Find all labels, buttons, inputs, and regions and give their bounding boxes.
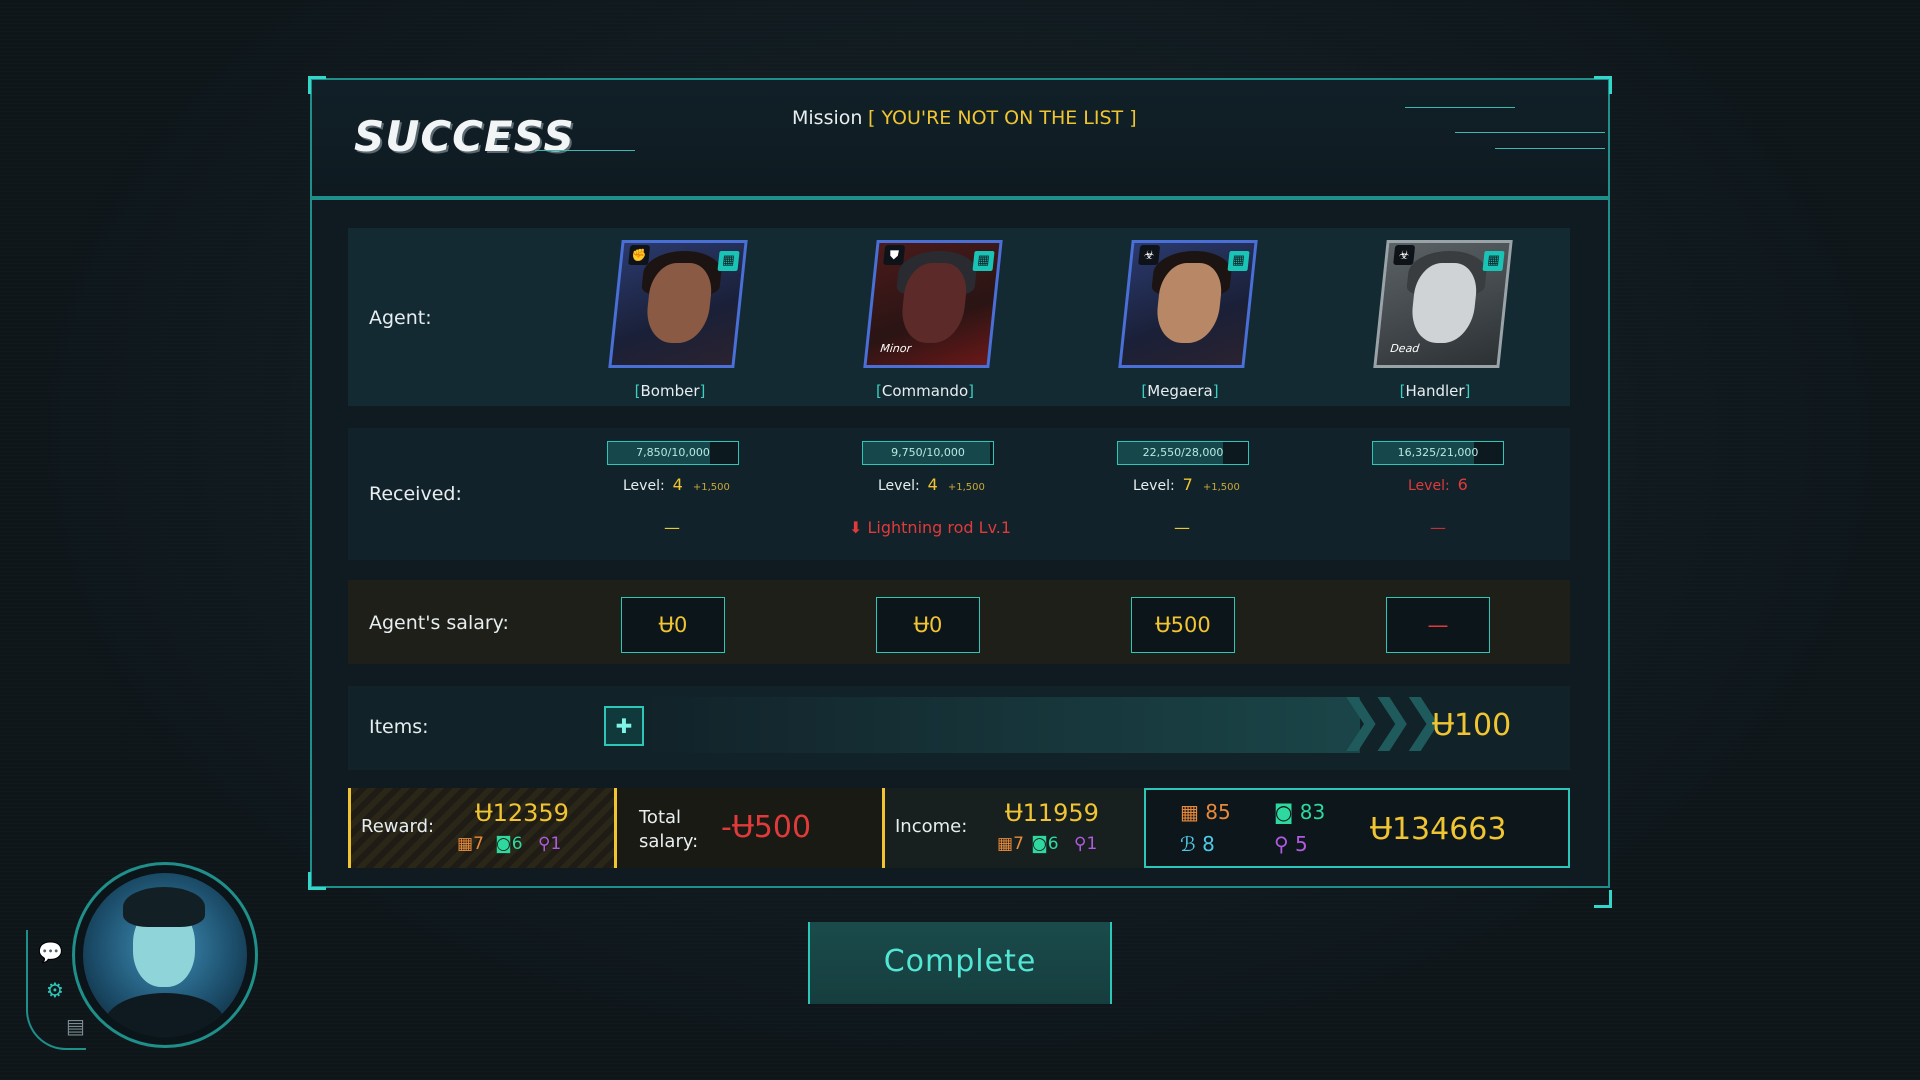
header-decor-line bbox=[1455, 132, 1605, 133]
received-injury[interactable]: ⬇ Lightning rod Lv.1 bbox=[849, 518, 1011, 537]
mission-label: Mission bbox=[792, 107, 863, 129]
agent-salary: Ʉ500 bbox=[1131, 597, 1235, 653]
total-salary-value: -Ʉ500 bbox=[721, 810, 812, 845]
code-icon: ℬ bbox=[1180, 832, 1196, 856]
xp-text: 22,550/28,000 bbox=[1142, 446, 1224, 459]
xp-bar: 16,325/21,000 bbox=[1372, 441, 1504, 465]
agent-salary: Ʉ0 bbox=[621, 597, 725, 653]
chat-icon[interactable]: 💬 bbox=[38, 940, 63, 964]
avatar-hair bbox=[123, 887, 205, 927]
chip-icon: ▦ bbox=[1180, 800, 1199, 824]
balance-resource-camera: ◙ 83 bbox=[1274, 800, 1326, 824]
chevrons-icon: ❯❯❯ bbox=[1338, 688, 1446, 751]
syringe-icon: ⚲ bbox=[1274, 832, 1289, 856]
agent-card-commando[interactable]: ⛊ ▦ Minor [Commando] bbox=[820, 228, 1030, 406]
status-tag-minor: Minor bbox=[879, 342, 912, 355]
xp-text: 7,850/10,000 bbox=[636, 446, 710, 459]
mission-name: [ YOU'RE NOT ON THE LIST ] bbox=[868, 107, 1137, 129]
items-value: Ʉ100 bbox=[1432, 708, 1512, 743]
balance-resource-chips: ▦ 85 bbox=[1180, 800, 1231, 824]
grid-icon: ▦ bbox=[1482, 251, 1505, 271]
agent-salary: — bbox=[1386, 597, 1490, 653]
gear-icon[interactable]: ⚙ bbox=[46, 978, 64, 1002]
income-label: Income: bbox=[895, 816, 968, 837]
income-resources: ▦7 ◙6 ⚲1 bbox=[997, 834, 1098, 854]
xp-bar: 9,750/10,000 bbox=[862, 441, 994, 465]
balance-summary: ▦ 85 ◙ 83 ℬ 8 ⚲ 5 Ʉ134663 bbox=[1144, 788, 1570, 868]
reward-summary: Reward: Ʉ12359 ▦7 ◙6 ⚲1 bbox=[348, 788, 614, 868]
agent-portrait: ☣ ▦ Dead bbox=[1373, 240, 1513, 368]
agent-name: [Commando] bbox=[876, 382, 974, 400]
received-row-label: Received: bbox=[369, 483, 462, 505]
agent-level: Level: 7 +1,500 bbox=[1133, 475, 1240, 494]
grid-icon: ▦ bbox=[1227, 251, 1250, 271]
xp-text: 9,750/10,000 bbox=[891, 446, 965, 459]
agent-level: Level: 4 +1,500 bbox=[623, 475, 730, 494]
agent-card-megaera[interactable]: ☣ ▦ [Megaera] bbox=[1075, 228, 1285, 406]
panel-corner bbox=[308, 872, 326, 890]
agent-name: [Bomber] bbox=[634, 382, 706, 400]
income-value: Ʉ11959 bbox=[1005, 799, 1099, 827]
header-decor-line bbox=[1495, 148, 1605, 149]
xp-text: 16,325/21,000 bbox=[1397, 446, 1479, 459]
header-corner bbox=[308, 76, 326, 94]
agent-portrait: ⛊ ▦ Minor bbox=[863, 240, 1003, 368]
grid-icon: ▦ bbox=[717, 251, 740, 271]
total-salary-label: Total salary: bbox=[639, 807, 699, 852]
avatar-body bbox=[105, 993, 225, 1037]
agent-portrait: ☣ ▦ bbox=[1118, 240, 1258, 368]
camera-icon: ◙ bbox=[1274, 800, 1294, 824]
syringe-icon: ⚲ bbox=[1074, 834, 1087, 854]
camera-icon: ◙ bbox=[1031, 834, 1048, 854]
received-item: — bbox=[1430, 518, 1446, 537]
title-decor-line bbox=[535, 150, 635, 151]
salary-row-label: Agent's salary: bbox=[369, 612, 509, 634]
xp-bar: 7,850/10,000 bbox=[607, 441, 739, 465]
avatar-portrait bbox=[83, 873, 247, 1037]
header-corner bbox=[1594, 76, 1612, 94]
agent-level: Level: 6 bbox=[1408, 475, 1468, 494]
received-item: — bbox=[1174, 518, 1190, 537]
agent-card-bomber[interactable]: ✊ ▦ [Bomber] bbox=[565, 228, 775, 406]
items-stripe bbox=[640, 697, 1360, 753]
agent-level: Level: 4 +1,500 bbox=[878, 475, 985, 494]
status-tag-dead: Dead bbox=[1389, 342, 1420, 355]
camera-icon: ◙ bbox=[495, 834, 512, 854]
reward-resources: ▦7 ◙6 ⚲1 bbox=[457, 834, 562, 854]
balance-resource-syringe: ⚲ 5 bbox=[1274, 832, 1308, 856]
balance-resource-code: ℬ 8 bbox=[1180, 832, 1215, 856]
agent-card-handler[interactable]: ☣ ▦ Dead [Handler] bbox=[1330, 228, 1540, 406]
success-title: SUCCESS bbox=[354, 112, 575, 161]
biohazard-icon: ☣ bbox=[1393, 245, 1416, 265]
player-avatar[interactable] bbox=[72, 862, 258, 1048]
agent-portrait: ✊ ▦ bbox=[608, 240, 748, 368]
income-summary: Income: Ʉ11959 ▦7 ◙6 ⚲1 bbox=[882, 788, 1144, 868]
chip-icon: ▦ bbox=[457, 834, 474, 854]
grid-icon: ▦ bbox=[972, 251, 995, 271]
agent-name: [Megaera] bbox=[1141, 382, 1219, 400]
medkit-icon[interactable]: ✚ bbox=[604, 706, 644, 746]
received-item: — bbox=[664, 518, 680, 537]
syringe-icon: ⚲ bbox=[538, 834, 551, 854]
total-salary-summary: Total salary: -Ʉ500 bbox=[614, 788, 882, 868]
reward-value: Ʉ12359 bbox=[475, 799, 569, 827]
chip-icon: ▦ bbox=[997, 834, 1014, 854]
balance-money: Ʉ134663 bbox=[1370, 812, 1507, 847]
biohazard-icon: ☣ bbox=[1138, 245, 1161, 265]
panel-corner bbox=[1594, 890, 1612, 908]
agent-name: [Handler] bbox=[1399, 382, 1471, 400]
items-row-label: Items: bbox=[369, 716, 429, 738]
xp-bar: 22,550/28,000 bbox=[1117, 441, 1249, 465]
fist-icon: ✊ bbox=[628, 245, 651, 265]
agent-row-label: Agent: bbox=[369, 307, 432, 329]
agent-salary: Ʉ0 bbox=[876, 597, 980, 653]
journal-icon[interactable]: ▤ bbox=[66, 1014, 85, 1038]
header-decor-line bbox=[1405, 107, 1515, 108]
reward-label: Reward: bbox=[361, 816, 435, 837]
complete-button[interactable]: Complete bbox=[808, 922, 1112, 1004]
shield-icon: ⛊ bbox=[883, 245, 906, 265]
